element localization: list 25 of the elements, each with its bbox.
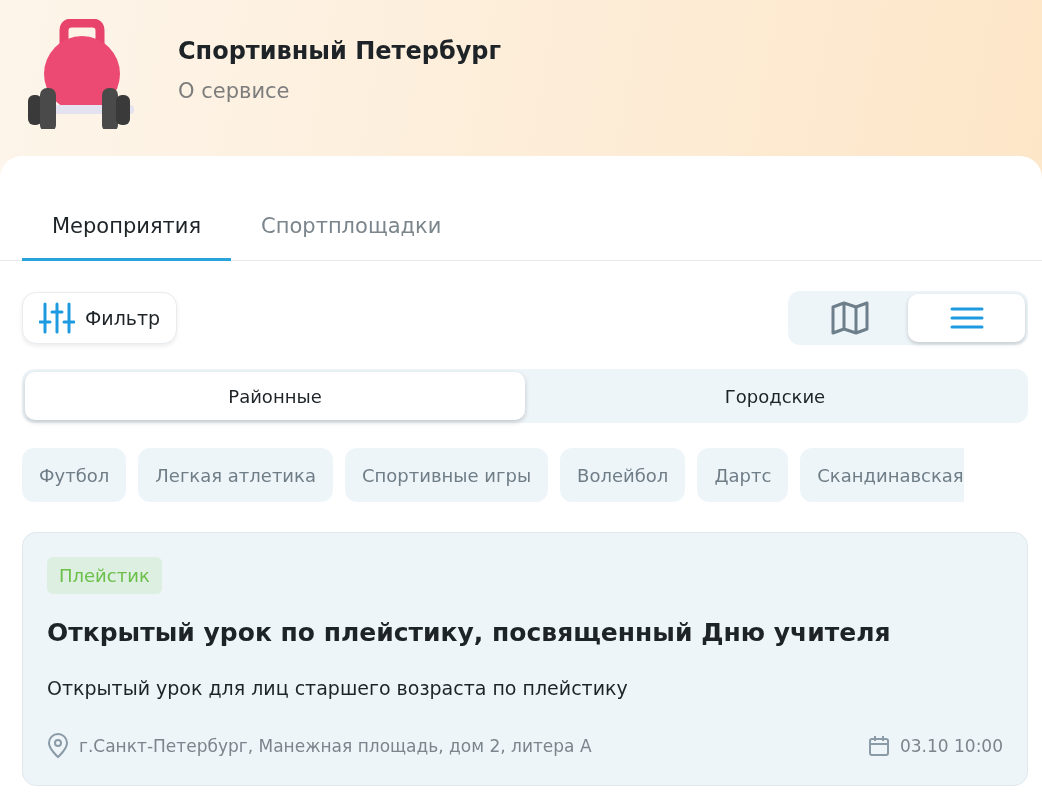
category-chip[interactable]: Скандинавская [800,448,964,502]
map-icon [830,301,869,335]
category-chip[interactable]: Волейбол [560,448,686,502]
location-pin-icon [47,733,69,759]
event-title: Открытый урок по плейстику, посвященный Дню учителя [47,618,892,647]
list-view-button[interactable] [908,294,1025,342]
about-link[interactable]: О сервисе [178,79,502,103]
calendar-icon [867,735,890,757]
category-chip[interactable]: Дартс [697,448,789,502]
event-address: г.Санкт-Петербург, Манежная площадь, дом 2, литера А [79,736,593,756]
category-chip[interactable]: Футбол [22,448,127,502]
sliders-icon [39,302,75,334]
segment-tab[interactable]: Городские [525,372,1025,420]
segment-tab[interactable]: Районные [25,372,525,420]
event-description: Открытый урок для лиц старшего возраста по плейстику [47,677,629,699]
category-chip[interactable]: Спортивные игры [344,448,549,502]
app-title: Спортивный Петербург [178,37,502,65]
event-datetime: 03.10 10:00 [899,736,1003,756]
tab[interactable]: Мероприятия [22,200,232,261]
category-tag: Плейстик [47,557,162,594]
tab[interactable]: Спортплощадки [231,200,472,261]
menu-icon [949,306,984,330]
filter-button[interactable]: Фильтр [22,292,178,344]
category-chip[interactable]: Легкая атлетика [138,448,333,502]
event-card[interactable]: Плейстик Открытый урок по плейстику, посвященный Дню учителя Открытый урок для лиц старшего возраста по плейстику г.Санкт-Петербург, Манежная площадь, дом 2, литера А 03.10 10:00 [22,532,1028,786]
